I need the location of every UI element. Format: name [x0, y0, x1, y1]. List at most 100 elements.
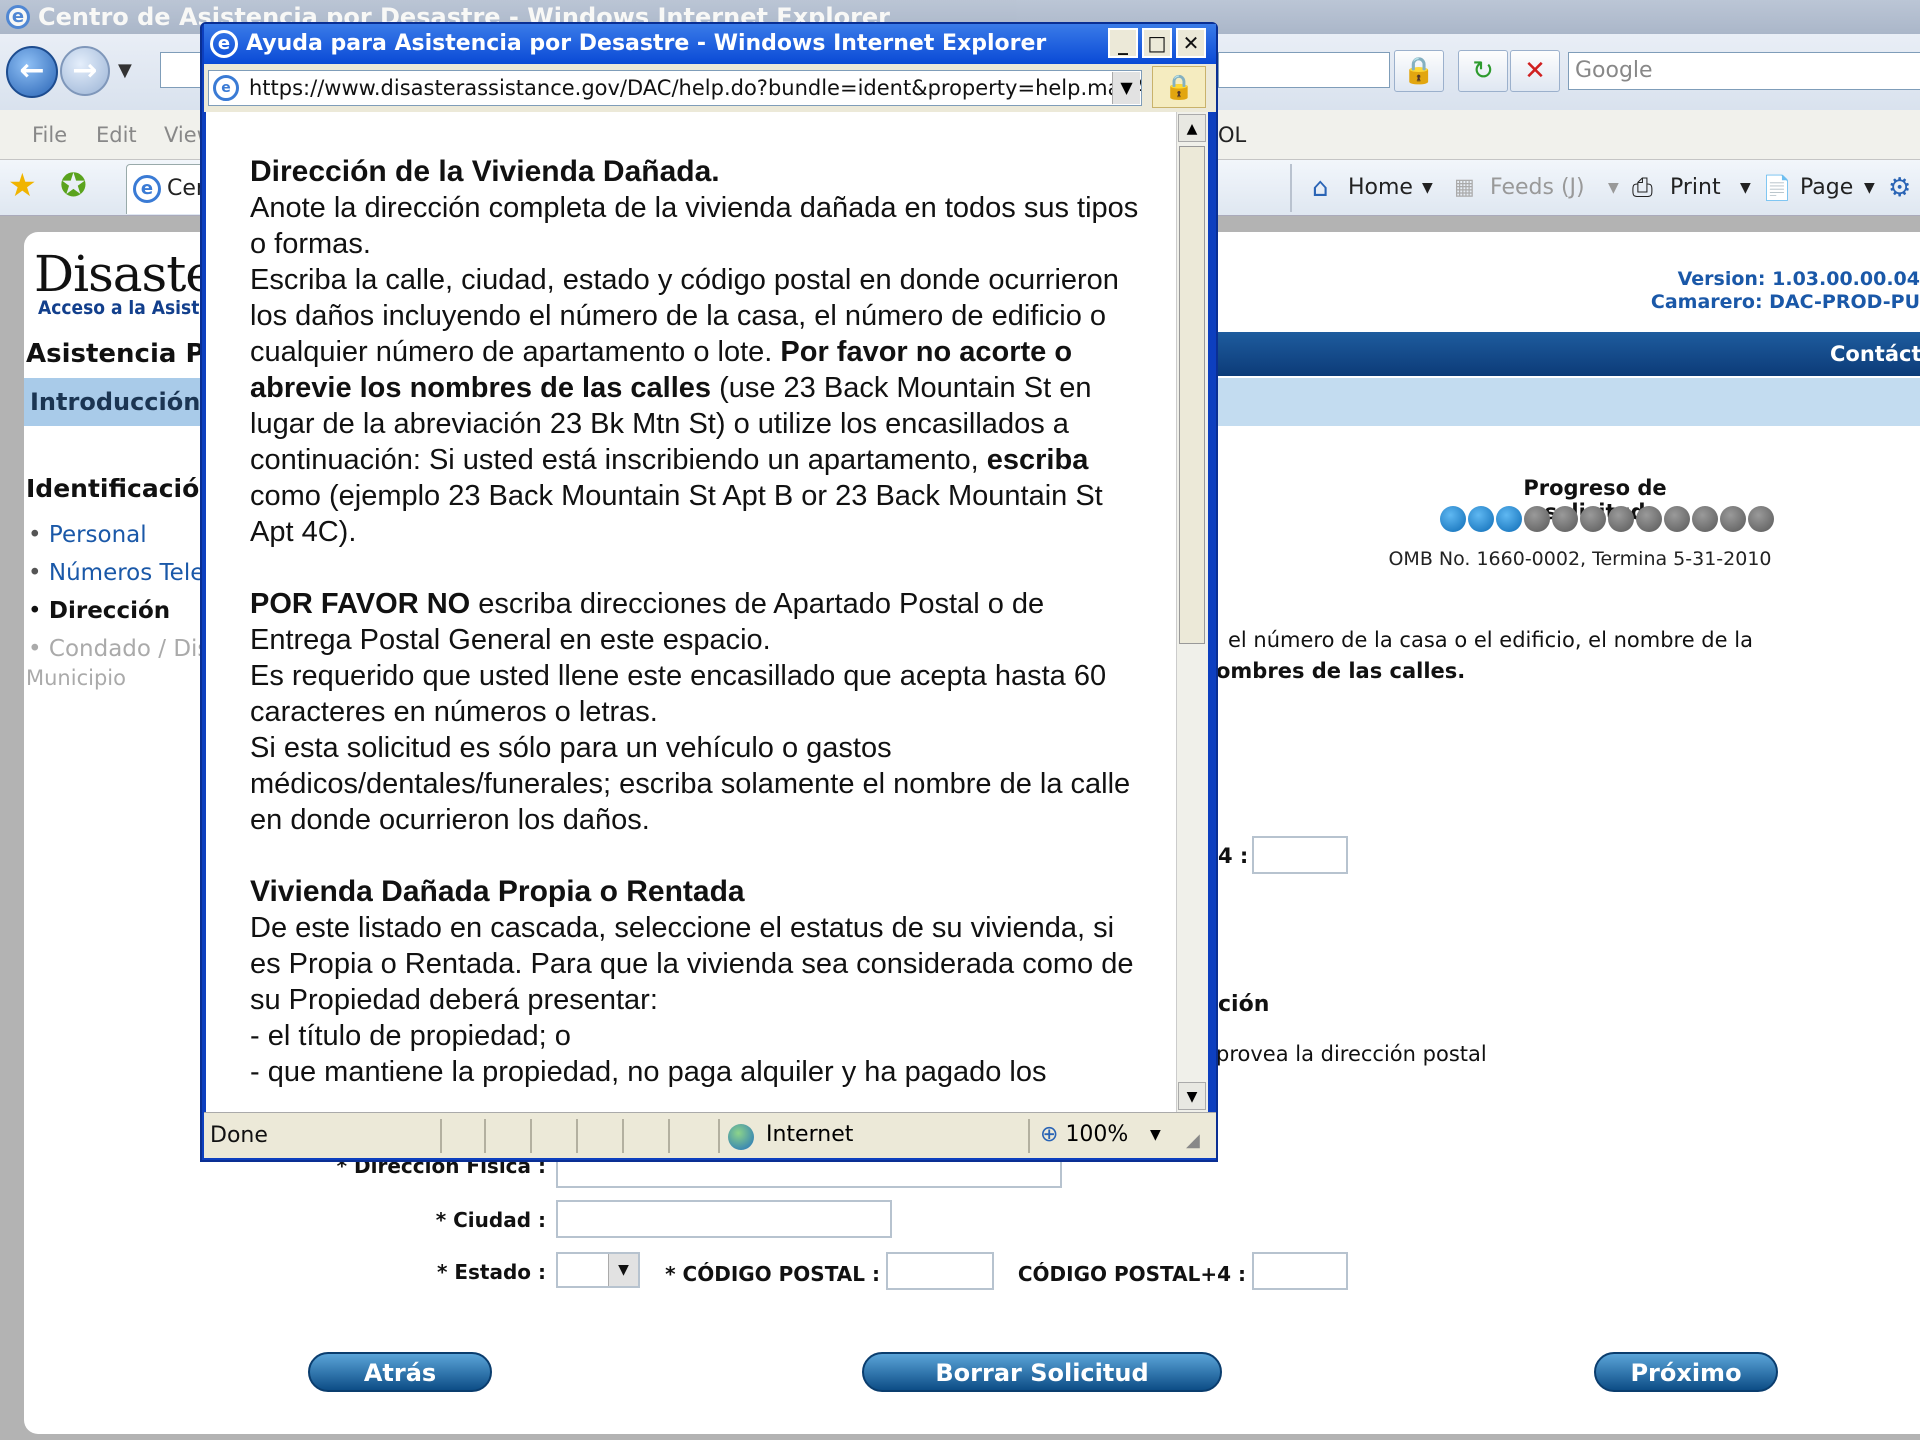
- home-icon[interactable]: ⌂: [1312, 164, 1329, 212]
- page-dropdown-icon[interactable]: ▼: [1864, 164, 1875, 212]
- help-text: Dirección de la Vivienda Dañada. Anote l…: [250, 154, 1150, 1090]
- feeds-icon[interactable]: ▦: [1454, 164, 1475, 212]
- help-url-text: https://www.disasterassistance.gov/DAC/h…: [249, 76, 1142, 100]
- scroll-up-icon[interactable]: ▲: [1178, 114, 1206, 142]
- page-icon[interactable]: 📄: [1762, 164, 1792, 212]
- print-icon[interactable]: ⎙: [1632, 164, 1653, 212]
- header-title: Asistencia P: [24, 332, 214, 376]
- ciudad-input[interactable]: [556, 1200, 892, 1238]
- zoom-value: 100%: [1065, 1122, 1129, 1147]
- browser-tab[interactable]: e Cer: [126, 164, 206, 214]
- help-heading-vivienda: Vivienda Dañada Propia o Rentada: [250, 875, 745, 908]
- page-button[interactable]: Page: [1800, 164, 1853, 212]
- sidebar-item-direccion: • Dirección: [28, 598, 171, 624]
- feeds-dropdown-icon[interactable]: ▼: [1608, 164, 1619, 212]
- next-button[interactable]: Próximo: [1594, 1352, 1778, 1392]
- sidebar-item-municipio: Municipio: [26, 666, 126, 690]
- internet-zone-icon: [728, 1124, 754, 1150]
- help-paragraph: - que mantiene la propiedad, no paga alq…: [250, 1056, 1047, 1088]
- help-url-field[interactable]: e https://www.disasterassistance.gov/DAC…: [208, 70, 1142, 106]
- help-paragraph: De este listado en cascada, seleccione e…: [250, 912, 1134, 1016]
- progress-dot-complete: [1496, 506, 1522, 532]
- sidebar-item-personal[interactable]: • Personal: [28, 522, 147, 548]
- page-icon: e: [213, 75, 239, 101]
- sidebar-item-label: Condado / Dis: [48, 636, 210, 662]
- mailing-section-title: ción: [1218, 992, 1270, 1017]
- zone-label: Internet: [766, 1122, 854, 1147]
- history-dropdown-icon[interactable]: ▼: [118, 60, 132, 81]
- minimize-icon[interactable]: _: [1108, 28, 1138, 58]
- help-popup-title: e Ayuda para Asistencia por Desastre - W…: [204, 24, 1216, 64]
- stop-button[interactable]: ✕: [1510, 50, 1560, 92]
- sidebar-item-label: Personal: [48, 522, 147, 548]
- instruction-text: el número de la casa o el edificio, el n…: [1228, 628, 1753, 652]
- feeds-button[interactable]: Feeds (J): [1490, 164, 1585, 212]
- menu-fragment[interactable]: OL: [1218, 110, 1246, 160]
- server-line: Camarero: DAC-PROD-PU: [1650, 291, 1920, 313]
- address-bar-end[interactable]: [1218, 52, 1390, 88]
- tools-gear-icon[interactable]: ⚙: [1888, 164, 1911, 212]
- back-page-button[interactable]: Atrás: [308, 1352, 492, 1392]
- progress-dot-complete: [1468, 506, 1494, 532]
- add-favorite-icon[interactable]: ✪: [60, 166, 87, 204]
- progress-dot-pending: [1608, 506, 1634, 532]
- back-button[interactable]: ←: [6, 46, 58, 98]
- ie-logo-icon: e: [210, 30, 238, 58]
- mailing-section-text: provea la dirección postal: [1216, 1042, 1487, 1066]
- progress-dot-pending: [1636, 506, 1662, 532]
- refresh-button[interactable]: ↻: [1458, 50, 1508, 92]
- help-paragraph-po-box: POR FAVOR NO escriba direcciones de Apar…: [250, 588, 1045, 656]
- sidebar-item-condado: • Condado / Dis: [28, 636, 210, 662]
- search-input[interactable]: Google: [1568, 52, 1920, 90]
- instruction-bold-text: ombres de las calles.: [1216, 659, 1466, 683]
- help-paragraph: Es requerido que usted llene este encasi…: [250, 660, 1107, 728]
- close-icon[interactable]: ✕: [1176, 28, 1206, 58]
- url-dropdown-icon[interactable]: ▼: [1112, 72, 1140, 104]
- codigo-postal-4-input[interactable]: [1252, 1252, 1348, 1290]
- home-button[interactable]: Home: [1348, 164, 1413, 212]
- print-dropdown-icon[interactable]: ▼: [1740, 164, 1751, 212]
- clear-application-button[interactable]: Borrar Solicitud: [862, 1352, 1222, 1392]
- security-lock-icon[interactable]: 🔒: [1152, 66, 1206, 108]
- progress-dot-pending: [1720, 506, 1746, 532]
- menu-edit[interactable]: Edit: [96, 110, 137, 160]
- help-paragraph: Anote la dirección completa de la vivien…: [250, 192, 1139, 260]
- scrollbar-thumb[interactable]: [1179, 146, 1205, 644]
- version-line: Version: 1.03.00.00.04: [1677, 268, 1920, 290]
- zip4-input-top[interactable]: [1252, 836, 1348, 874]
- help-paragraph: Si esta solicitud es sólo para un vehícu…: [250, 732, 1131, 836]
- ie-tab-icon: e: [133, 175, 161, 203]
- maximize-icon[interactable]: □: [1142, 28, 1172, 58]
- status-text: Done: [210, 1123, 268, 1148]
- progress-dot-pending: [1664, 506, 1690, 532]
- omb-number: OMB No. 1660-0002, Termina 5-31-2010: [1388, 548, 1772, 570]
- print-button[interactable]: Print: [1670, 164, 1721, 212]
- help-paragraph-street: Escriba la calle, ciudad, estado y códig…: [250, 264, 1119, 548]
- resize-grip-icon[interactable]: ◢: [1186, 1130, 1200, 1151]
- version-info: Version: 1.03.00.00.04 Camarero: DAC-PRO…: [1500, 268, 1920, 314]
- favorites-star-icon[interactable]: ★: [8, 166, 37, 204]
- home-dropdown-icon[interactable]: ▼: [1422, 164, 1433, 212]
- codigo-postal-4-label: CÓDIGO POSTAL+4 :: [1017, 1262, 1246, 1286]
- sidebar-item-telefonos[interactable]: • Números Tele: [28, 560, 204, 586]
- ie-logo-icon: e: [6, 5, 30, 29]
- tab-introduccion[interactable]: Introducción: [24, 378, 214, 426]
- codigo-postal-label: * CÓDIGO POSTAL :: [665, 1262, 880, 1286]
- menu-file[interactable]: File: [32, 110, 67, 160]
- sidebar-item-label: Números Tele: [48, 560, 205, 586]
- zoom-dropdown-icon[interactable]: ▼: [1150, 1112, 1161, 1158]
- contact-link[interactable]: Contácte: [1830, 332, 1920, 376]
- codigo-postal-input[interactable]: [886, 1252, 994, 1290]
- zoom-level[interactable]: ⊕ 100%: [1040, 1112, 1128, 1158]
- lock-icon[interactable]: 🔒: [1394, 50, 1444, 92]
- help-paragraph: - el título de propiedad; o: [250, 1020, 571, 1052]
- forward-button[interactable]: →: [60, 46, 110, 96]
- progress-dot-pending: [1580, 506, 1606, 532]
- sidebar-item-label: Dirección: [48, 598, 171, 624]
- help-heading-direccion: Dirección de la Vivienda Dañada.: [250, 155, 720, 188]
- scroll-down-icon[interactable]: ▼: [1178, 1082, 1206, 1110]
- progress-dot-pending: [1692, 506, 1718, 532]
- ciudad-label: * Ciudad :: [435, 1208, 546, 1232]
- site-logo-subtitle: Acceso a la Asiste: [38, 297, 211, 319]
- progress-dot-pending: [1524, 506, 1550, 532]
